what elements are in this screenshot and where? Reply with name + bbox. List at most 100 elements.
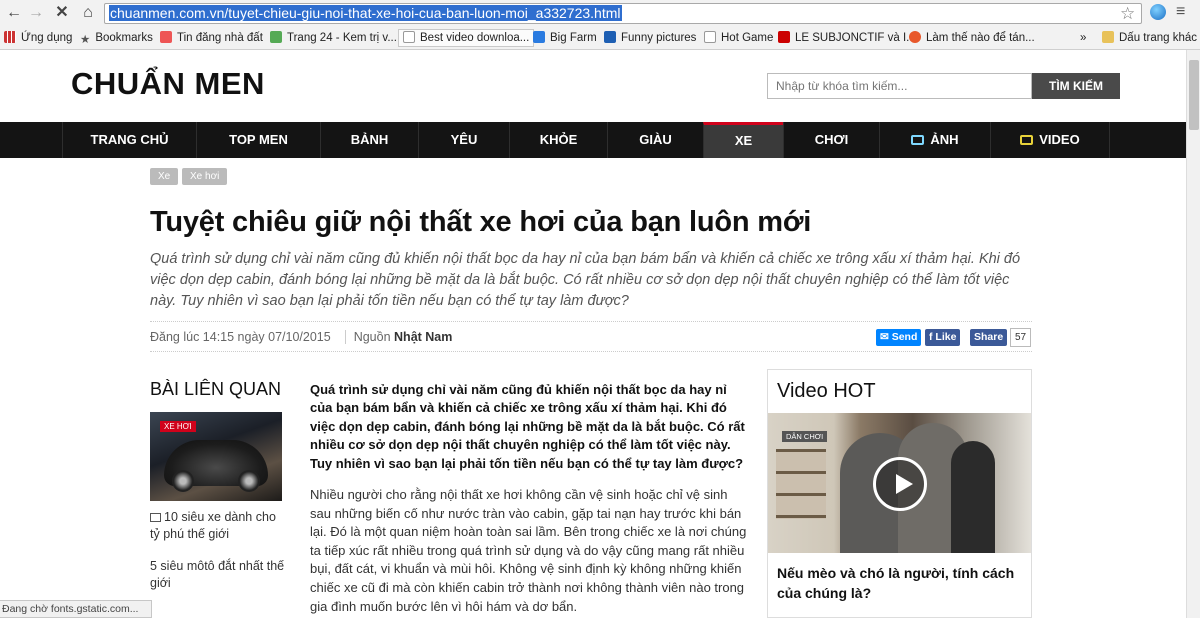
related-link-text: 10 siêu xe dành cho tỷ phú thế giới bbox=[150, 510, 276, 541]
bookmark-hot-game[interactable]: Hot Game bbox=[704, 30, 773, 46]
person-image bbox=[951, 441, 995, 553]
share-count: 57 bbox=[1010, 328, 1031, 347]
extension-icon[interactable] bbox=[1150, 4, 1166, 20]
tag-xe-hoi[interactable]: Xe hơi bbox=[182, 168, 228, 185]
bookmark-lam-the-nao[interactable]: Làm thế nào để tán... bbox=[909, 30, 1035, 46]
nav-anh-label: ẢNH bbox=[930, 132, 959, 147]
nav-top-men[interactable]: TOP MEN bbox=[196, 122, 320, 158]
back-icon[interactable]: ← bbox=[4, 3, 24, 23]
article-sapo: Quá trình sử dụng chỉ vài năm cũng đủ kh… bbox=[150, 251, 1021, 309]
facebook-like-button[interactable]: f Like bbox=[925, 329, 961, 346]
article-title: Tuyệt chiêu giữ nội thất xe hơi của bạn … bbox=[150, 206, 812, 238]
page-scrollbar[interactable] bbox=[1186, 50, 1200, 618]
bookmark-trang24[interactable]: Trang 24 - Kem trị v... bbox=[270, 30, 397, 46]
bookmark-label: LE SUBJONCTIF và I... bbox=[795, 32, 916, 44]
bookmark-label: Dấu trang khác bbox=[1119, 32, 1197, 44]
source-label: Nguồn bbox=[353, 330, 391, 344]
picture-icon bbox=[604, 31, 616, 43]
bookmark-label: Big Farm bbox=[550, 32, 597, 44]
video-badge: DÂN CHƠI bbox=[782, 431, 828, 442]
bookmarks-overflow[interactable]: » bbox=[1080, 30, 1086, 46]
nav-anh[interactable]: ẢNH bbox=[879, 122, 990, 158]
shelf-image bbox=[776, 449, 826, 519]
browser-chrome: ← → ✕ ⌂ chuanmen.com.vn/tuyet-chieu-giu-… bbox=[0, 0, 1200, 50]
related-title: BÀI LIÊN QUAN bbox=[150, 379, 282, 399]
site-logo[interactable]: CHUẨN MEN bbox=[71, 66, 265, 102]
camera-icon bbox=[911, 135, 925, 145]
nav-khoe[interactable]: KHỎE bbox=[509, 122, 607, 158]
apps-icon bbox=[4, 31, 16, 43]
nav-giau[interactable]: GIÀU bbox=[607, 122, 703, 158]
bookmark-label: Funny pictures bbox=[621, 32, 697, 44]
bookmark-label: Ứng dụng bbox=[21, 32, 73, 44]
home-icon[interactable]: ⌂ bbox=[78, 3, 98, 23]
bookmark-star-icon[interactable]: ☆ bbox=[1120, 4, 1135, 24]
search-button[interactable]: TÌM KIẾM bbox=[1032, 73, 1120, 99]
related-link-2[interactable]: 5 siêu môtô đắt nhất thế giới bbox=[150, 558, 285, 592]
related-link-1[interactable]: 10 siêu xe dành cho tỷ phú thế giới bbox=[150, 509, 285, 543]
stop-icon[interactable]: ✕ bbox=[52, 3, 72, 23]
browser-toolbar: ← → ✕ ⌂ chuanmen.com.vn/tuyet-chieu-giu-… bbox=[0, 0, 1200, 27]
bookmark-label: Best video downloa... bbox=[420, 32, 530, 44]
site-icon bbox=[160, 31, 172, 43]
page-icon bbox=[403, 31, 415, 43]
bookmark-bookmarks[interactable]: ★ Bookmarks bbox=[80, 30, 153, 46]
nav-trang-chu[interactable]: TRANG CHỦ bbox=[62, 122, 196, 158]
bookmark-label: Hot Game bbox=[721, 32, 774, 44]
folder-icon bbox=[1102, 31, 1114, 43]
bookmark-big-farm[interactable]: Big Farm bbox=[533, 30, 597, 46]
bookmark-subjonctif[interactable]: LE SUBJONCTIF và I... bbox=[778, 30, 916, 46]
nav-banh[interactable]: BẢNH bbox=[320, 122, 418, 158]
forward-icon[interactable]: → bbox=[26, 3, 46, 23]
video-hot-title: Video HOT bbox=[777, 380, 876, 402]
bookmark-other[interactable]: Dấu trang khác bbox=[1102, 30, 1197, 46]
wheel bbox=[238, 470, 260, 492]
article-lead: Quá trình sử dụng chỉ vài năm cũng đủ kh… bbox=[310, 382, 745, 471]
heart-icon bbox=[909, 31, 921, 43]
address-bar[interactable]: chuanmen.com.vn/tuyet-chieu-giu-noi-that… bbox=[104, 3, 1142, 24]
bookmark-apps[interactable]: Ứng dụng bbox=[4, 30, 72, 46]
like-label: Like bbox=[935, 331, 957, 343]
nav-xe[interactable]: XE bbox=[703, 122, 783, 158]
bookmark-label: Làm thế nào để tán... bbox=[926, 32, 1035, 44]
url-text: chuanmen.com.vn/tuyet-chieu-giu-noi-that… bbox=[109, 5, 622, 21]
bookmark-label: Bookmarks bbox=[95, 32, 153, 44]
star-icon: ★ bbox=[80, 34, 91, 46]
article-body: Nhiều người cho rằng nội thất xe hơi khô… bbox=[310, 487, 747, 614]
send-label: Send bbox=[891, 331, 918, 343]
nav-video[interactable]: VIDEO bbox=[990, 122, 1110, 158]
wheel bbox=[172, 470, 194, 492]
leaf-icon bbox=[270, 31, 282, 43]
facebook-share-button[interactable]: Share bbox=[970, 329, 1008, 346]
bookmarks-bar: Ứng dụng ★ Bookmarks Tin đăng nhà đất Tra… bbox=[0, 27, 1200, 49]
play-icon[interactable] bbox=[873, 457, 927, 511]
nav-yeu[interactable]: YÊU bbox=[418, 122, 509, 158]
nav-choi[interactable]: CHƠI bbox=[783, 122, 879, 158]
source: Nguồn Nhật Nam bbox=[344, 330, 453, 344]
video-thumbnail[interactable]: DÂN CHƠI bbox=[768, 413, 1031, 553]
scroll-thumb[interactable] bbox=[1189, 60, 1199, 130]
video-hot-box: Video HOT DÂN CHƠI Nếu mèo và chó là ngư… bbox=[767, 369, 1032, 618]
related-image[interactable]: XE HƠI bbox=[150, 412, 282, 501]
image-badge: XE HƠI bbox=[160, 421, 196, 432]
messenger-send-button[interactable]: ✉ Send bbox=[876, 329, 922, 346]
game-icon bbox=[533, 31, 545, 43]
bookmark-video-downloader[interactable]: Best video downloa... bbox=[398, 29, 535, 47]
video-caption[interactable]: Nếu mèo và chó là người, tính cách của c… bbox=[777, 563, 1027, 603]
nav-video-label: VIDEO bbox=[1039, 132, 1080, 147]
article-meta: Đăng lúc 14:15 ngày 07/10/2015 Nguồn Nhật… bbox=[150, 321, 1032, 352]
tag-xe[interactable]: Xe bbox=[150, 168, 179, 185]
search-input[interactable] bbox=[767, 73, 1032, 99]
posted-time: Đăng lúc 14:15 ngày 07/10/2015 bbox=[150, 330, 331, 344]
bookmark-label: Trang 24 - Kem trị v... bbox=[287, 32, 397, 44]
page-icon bbox=[704, 31, 716, 43]
photo-icon bbox=[150, 513, 161, 522]
menu-icon[interactable]: ≡ bbox=[1176, 3, 1185, 21]
bookmark-tin-dang[interactable]: Tin đăng nhà đất bbox=[160, 30, 263, 46]
video-camera-icon bbox=[1020, 135, 1034, 145]
main-nav: TRANG CHỦ TOP MEN BẢNH YÊU KHỎE GIÀU XE … bbox=[0, 122, 1186, 158]
browser-status: Đang chờ fonts.gstatic.com... bbox=[0, 600, 152, 618]
bookmark-label: Tin đăng nhà đất bbox=[177, 32, 263, 44]
bookmark-funny-pictures[interactable]: Funny pictures bbox=[604, 30, 696, 46]
source-name: Nhật Nam bbox=[394, 330, 453, 344]
